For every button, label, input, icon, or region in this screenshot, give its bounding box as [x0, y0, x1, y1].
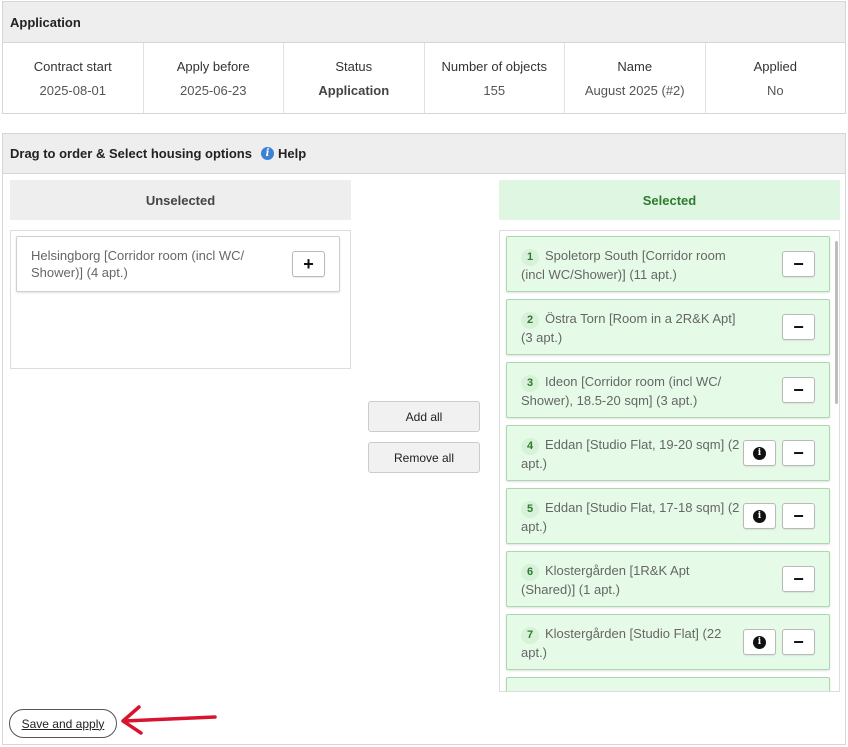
contract-start-cell: Contract start 2025-08-01: [3, 43, 144, 113]
info-icon: i: [753, 446, 766, 460]
selected-item-text: 7 Klostergården [Studio Flat] (22 apt.): [521, 626, 722, 660]
application-title: Application: [10, 14, 81, 30]
selected-heading: Selected: [499, 180, 840, 220]
selected-item-text: 2 Östra Torn [Room in a 2R&K Apt] (3 apt.…: [521, 311, 736, 345]
unselected-item[interactable]: Helsingborg [Corridor room (incl WC/ Sho…: [16, 236, 340, 292]
selected-item-number: 4: [521, 438, 539, 455]
selected-list-scrollbar[interactable]: [835, 241, 838, 404]
selected-item-number: 7: [521, 627, 539, 644]
housing-options-title: Drag to order & Select housing options: [10, 146, 252, 161]
unselected-list[interactable]: Helsingborg [Corridor room (incl WC/ Sho…: [10, 230, 351, 369]
info-icon: i: [753, 509, 766, 523]
add-item-button[interactable]: +: [292, 251, 325, 277]
remove-item-button[interactable]: −: [782, 503, 815, 529]
remove-item-button[interactable]: −: [782, 314, 815, 340]
selected-item-number: 6: [521, 564, 539, 581]
item-info-button[interactable]: i: [743, 440, 776, 466]
contract-start-value: 2025-08-01: [39, 82, 107, 98]
selected-item-1[interactable]: 1 Spoletorp South [Corridor room (incl WC…: [506, 236, 830, 292]
status-label: Status: [335, 58, 373, 74]
selected-list[interactable]: 1 Spoletorp South [Corridor room (incl WC…: [499, 230, 840, 692]
application-header: Application: [3, 2, 845, 43]
selected-item-text: 1 Spoletorp South [Corridor room (incl WC…: [521, 248, 726, 282]
selected-item-text: 5 Eddan [Studio Flat, 17-18 sqm] (2 apt.): [521, 500, 740, 534]
selected-item-number: 2: [521, 312, 539, 329]
selected-item-partial[interactable]: [506, 677, 830, 691]
info-icon: i: [753, 635, 766, 649]
application-panel: Application Contract start 2025-08-01 Ap…: [2, 1, 846, 114]
apply-before-label: Apply before: [176, 58, 250, 74]
selected-item-text: 6 Klostergården [1R&K Apt (Shared)] (1 ap…: [521, 563, 690, 597]
status-value: Application: [318, 82, 390, 98]
selected-item-number: 5: [521, 501, 539, 518]
remove-item-button[interactable]: −: [782, 377, 815, 403]
applied-cell: Applied No: [706, 43, 846, 113]
remove-item-button[interactable]: −: [782, 629, 815, 655]
status-cell: Status Application: [284, 43, 425, 113]
help-icon[interactable]: i: [260, 147, 274, 160]
housing-options-header: Drag to order & Select housing options i…: [3, 134, 845, 174]
name-value: August 2025 (#2): [584, 82, 685, 98]
selected-item-5[interactable]: 5 Eddan [Studio Flat, 17-18 sqm] (2 apt.)…: [506, 488, 830, 544]
item-info-button[interactable]: i: [743, 629, 776, 655]
unselected-item-text: Helsingborg [Corridor room (incl WC/ Sho…: [31, 248, 245, 280]
unselected-heading: Unselected: [10, 180, 351, 220]
selected-item-7[interactable]: 7 Klostergården [Studio Flat] (22 apt.) i…: [506, 614, 830, 670]
remove-item-button[interactable]: −: [782, 251, 815, 277]
applied-label: Applied: [753, 58, 797, 74]
apply-before-cell: Apply before 2025-06-23: [144, 43, 284, 113]
selected-item-text: 3 Ideon [Corridor room (incl WC/ Shower),…: [521, 374, 722, 408]
number-of-objects-value: 155: [483, 82, 506, 98]
selected-item-6[interactable]: 6 Klostergården [1R&K Apt (Shared)] (1 ap…: [506, 551, 830, 607]
housing-options-panel: Drag to order & Select housing options i…: [2, 133, 846, 745]
selected-item-4[interactable]: 4 Eddan [Studio Flat, 19-20 sqm] (2 apt.)…: [506, 425, 830, 481]
applied-value: No: [766, 82, 784, 98]
selected-item-number: 1: [521, 249, 539, 266]
red-arrow-icon: [121, 705, 217, 735]
item-info-button[interactable]: i: [743, 503, 776, 529]
save-and-apply-button[interactable]: Save and apply: [9, 709, 117, 738]
number-of-objects-cell: Number of objects 155: [425, 43, 565, 113]
selected-item-number: 3: [521, 375, 539, 392]
help-link[interactable]: Help: [278, 146, 306, 161]
apply-before-value: 2025-06-23: [180, 82, 247, 98]
remove-all-button[interactable]: Remove all: [368, 442, 480, 473]
selected-item-3[interactable]: 3 Ideon [Corridor room (incl WC/ Shower),…: [506, 362, 830, 418]
name-cell: Name August 2025 (#2): [565, 43, 706, 113]
add-all-button[interactable]: Add all: [368, 401, 480, 432]
remove-item-button[interactable]: −: [782, 566, 815, 592]
contract-start-label: Contract start: [33, 58, 112, 74]
name-label: Name: [617, 58, 653, 74]
application-info-row: Contract start 2025-08-01 Apply before 2…: [3, 43, 845, 113]
selected-item-2[interactable]: 2 Östra Torn [Room in a 2R&K Apt] (3 apt.…: [506, 299, 830, 355]
selected-item-text: 4 Eddan [Studio Flat, 19-20 sqm] (2 apt.): [521, 437, 740, 471]
remove-item-button[interactable]: −: [782, 440, 815, 466]
number-of-objects-label: Number of objects: [441, 58, 548, 74]
